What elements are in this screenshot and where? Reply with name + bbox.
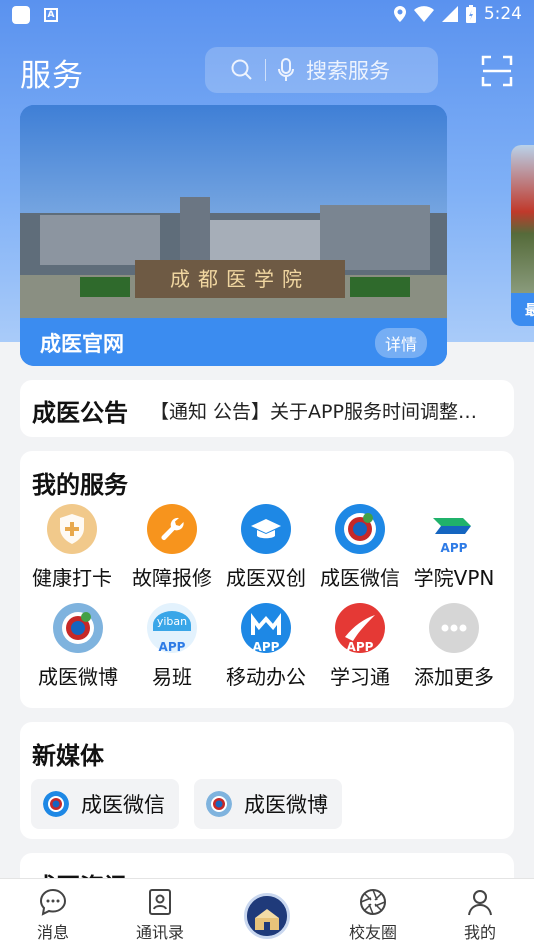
banner-caption-bar: 成医官网 详情 — [20, 318, 447, 366]
vpn-icon: APP — [429, 504, 479, 555]
service-health-checkin[interactable]: 健康打卡 — [25, 504, 119, 591]
new-media-card: 新媒体 成医微信 成医微博 — [20, 722, 514, 839]
service-label: 成医双创 — [226, 566, 306, 590]
banner-title: 成医官网 — [40, 332, 124, 356]
app-tag: APP — [346, 640, 374, 654]
status-time: 5:24 — [483, 4, 522, 24]
nav-messages[interactable]: 消息 — [13, 887, 93, 943]
more-dots-icon — [429, 603, 479, 653]
chat-bubble-icon — [39, 888, 67, 916]
service-label: 健康打卡 — [32, 566, 112, 590]
nav-alumni-circle[interactable]: 校友圈 — [333, 887, 413, 943]
notice-card[interactable]: 成医公告 【通知 公告】关于APP服务时间调整的通知 — [20, 380, 514, 437]
yiban-icon: yiban APP — [147, 603, 197, 654]
section-title-my-services: 我的服务 — [32, 471, 128, 499]
banner-card-next[interactable]: 最 — [511, 145, 534, 326]
campus-gate-photo: 成都医学院 — [20, 105, 447, 318]
school-emblem-icon — [43, 791, 69, 817]
graduation-cap-icon — [241, 504, 291, 554]
banner-sign-text: 成都医学院 — [170, 267, 310, 291]
svg-text:yiban: yiban — [157, 615, 187, 628]
service-innovation[interactable]: 成医双创 — [219, 504, 313, 591]
status-bar: A 5:24 — [0, 0, 534, 30]
search-placeholder: 搜索服务 — [306, 59, 390, 83]
nav-label: 校友圈 — [348, 923, 397, 942]
notice-text[interactable]: 【通知 公告】关于APP服务时间调整的通知 — [150, 397, 495, 424]
mic-icon[interactable] — [278, 58, 294, 82]
service-vpn[interactable]: APP 学院VPN — [407, 504, 501, 591]
app-tag: APP — [252, 640, 280, 654]
service-label: 移动办公 — [226, 665, 306, 689]
nav-contacts[interactable]: 通讯录 — [120, 887, 200, 943]
nav-profile[interactable]: 我的 — [440, 887, 520, 943]
media-chip-weibo[interactable]: 成医微博 — [194, 779, 342, 829]
a-notification-icon: A — [44, 8, 58, 22]
person-icon — [468, 890, 492, 916]
xuexitong-icon: APP — [335, 603, 385, 654]
school-emblem-icon — [53, 603, 103, 653]
nav-label: 通讯录 — [135, 923, 184, 942]
wrench-icon — [147, 504, 197, 554]
service-label: 易班 — [152, 665, 192, 689]
location-icon — [393, 6, 406, 22]
app-tag: APP — [158, 640, 186, 654]
service-label: 故障报修 — [132, 566, 212, 590]
service-weibo[interactable]: 成医微博 — [31, 603, 125, 690]
next-banner-title: 最 — [525, 303, 534, 319]
media-chip-wechat[interactable]: 成医微信 — [31, 779, 179, 829]
bottom-nav: 消息 通讯录 校友圈 我的 — [0, 878, 534, 950]
school-logo-icon — [247, 896, 287, 936]
contacts-icon — [149, 889, 171, 915]
search-icon — [231, 59, 252, 80]
battery-icon — [465, 5, 476, 23]
banner-detail-button[interactable]: 详情 — [374, 328, 427, 358]
notice-label: 成医公告 — [32, 399, 128, 427]
service-xuexitong[interactable]: APP 学习通 — [313, 603, 407, 690]
banner-card-official-site[interactable]: 成都医学院 成医官网 详情 — [20, 105, 447, 366]
scan-button[interactable] — [481, 55, 513, 87]
aperture-icon — [360, 889, 386, 915]
section-title-new-media: 新媒体 — [32, 742, 104, 770]
service-yiban[interactable]: yiban APP 易班 — [125, 603, 219, 690]
service-add-more[interactable]: 添加更多 — [407, 603, 501, 690]
school-emblem-icon — [206, 791, 232, 817]
service-mobile-office[interactable]: APP 移动办公 — [219, 603, 313, 690]
search-divider — [265, 59, 266, 81]
service-label: 学习通 — [330, 665, 390, 689]
service-label: 成医微信 — [320, 566, 400, 590]
nav-label: 我的 — [463, 923, 496, 942]
signal-icon — [441, 6, 458, 22]
next-banner-photo — [511, 145, 534, 293]
service-repair[interactable]: 故障报修 — [125, 504, 219, 591]
service-label: 学院VPN — [413, 566, 495, 590]
app-square-icon — [12, 6, 30, 24]
app-tag: APP — [440, 541, 468, 555]
media-label: 成医微信 — [81, 793, 165, 817]
office-m-icon: APP — [241, 603, 291, 654]
scan-icon — [481, 55, 513, 87]
search-input[interactable]: 搜索服务 — [205, 47, 438, 93]
service-label: 成医微博 — [38, 665, 118, 689]
nav-home-logo[interactable] — [244, 893, 290, 939]
page-title: 服务 — [20, 58, 84, 94]
service-label: 添加更多 — [414, 665, 494, 689]
service-wechat[interactable]: 成医微信 — [313, 504, 407, 591]
school-emblem-icon — [335, 504, 385, 554]
health-shield-icon — [47, 504, 97, 554]
wifi-icon — [413, 6, 434, 22]
my-services-card: 我的服务 健康打卡 故障报修 成医双创 成医微信 APP 学院VPN 成医微博 … — [20, 451, 514, 708]
media-label: 成医微博 — [244, 793, 328, 817]
nav-label: 消息 — [36, 923, 69, 942]
